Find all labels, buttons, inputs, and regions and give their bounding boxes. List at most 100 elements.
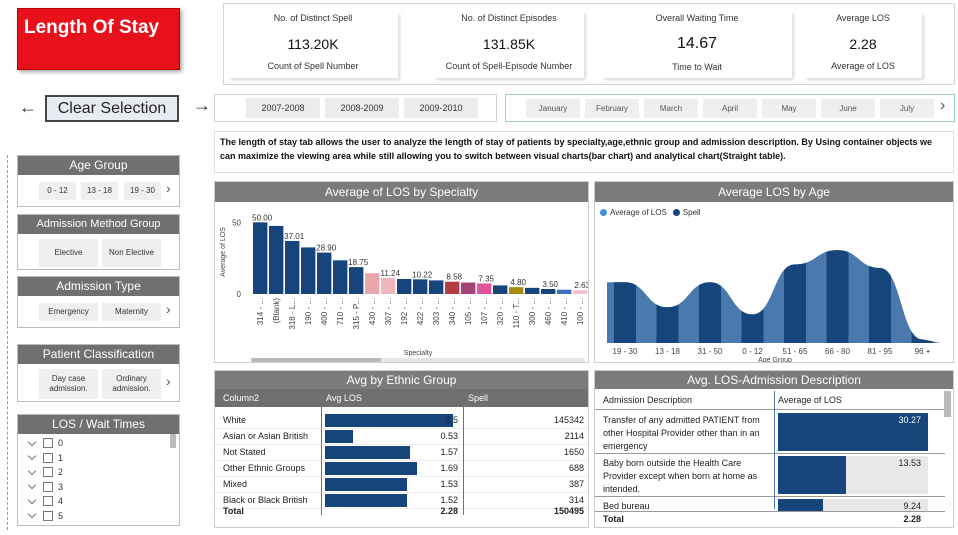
panel-title: Avg. LOS-Admission Description (595, 371, 953, 389)
checkbox-item[interactable]: 2 (26, 465, 166, 480)
slicer-option[interactable]: Ordinary admission. (102, 369, 161, 399)
clear-selection-button[interactable]: Clear Selection (45, 95, 179, 122)
slicer-option[interactable]: Day case admission. (39, 369, 98, 399)
bar[interactable] (493, 285, 508, 294)
bar[interactable] (477, 283, 492, 294)
bar[interactable] (525, 287, 540, 294)
month-option[interactable]: January (526, 99, 580, 118)
month-option[interactable]: March (644, 99, 698, 118)
column-header[interactable]: Admission Description (603, 395, 692, 405)
column-header[interactable]: Spell (468, 393, 488, 403)
table-row[interactable]: Baby born outside the Health Care Provid… (595, 454, 945, 497)
bar[interactable] (333, 260, 348, 294)
bar[interactable] (349, 267, 364, 294)
year-option[interactable]: 2007-2008 (246, 98, 320, 118)
table-row[interactable]: Bed bureau 9.24 (595, 497, 945, 511)
scrollbar-thumb[interactable] (170, 434, 176, 448)
bar[interactable] (301, 247, 316, 294)
bar[interactable] (445, 281, 460, 294)
checkbox[interactable] (43, 510, 53, 521)
checkbox-item[interactable]: 0 (26, 436, 166, 451)
admission-method-slicer: Admission Method Group Elective Non Elec… (17, 214, 180, 270)
month-option[interactable]: May (762, 99, 816, 118)
slicer-option[interactable]: Emergency (39, 303, 98, 321)
expand-chevron-icon[interactable] (27, 510, 37, 519)
spell-band[interactable] (911, 202, 934, 343)
expand-chevron-icon[interactable] (27, 466, 37, 475)
spell-band[interactable] (869, 202, 891, 343)
spell-band[interactable] (826, 202, 849, 343)
month-option[interactable]: April (703, 99, 757, 118)
month-option[interactable]: July (880, 99, 934, 118)
checkbox[interactable] (43, 467, 53, 478)
table-row[interactable]: Mixed 1.53 387 (215, 477, 588, 493)
x-tick-label: 13 - 18 (655, 347, 680, 356)
bar[interactable] (381, 277, 396, 294)
table-row[interactable]: White 2.5 145342 (215, 413, 588, 429)
slicer-option[interactable]: Non Elective (102, 239, 161, 267)
checkbox[interactable] (43, 438, 53, 449)
spell-band[interactable] (614, 202, 636, 343)
spell-band[interactable] (784, 202, 806, 343)
table-row[interactable]: Asian or Asian British 0.53 2114 (215, 429, 588, 445)
bar[interactable] (557, 289, 572, 294)
x-axis-label: Specialty (404, 350, 433, 357)
slicer-option[interactable]: 19 - 30 (124, 182, 161, 200)
column-header[interactable]: Column2 (223, 393, 259, 403)
bar[interactable] (253, 222, 268, 294)
chevron-right-icon[interactable]: › (166, 180, 171, 196)
bar[interactable] (317, 252, 332, 294)
spell-band[interactable] (656, 202, 679, 343)
slicer-option[interactable]: Elective (39, 239, 98, 267)
column-header[interactable]: Avg LOS (326, 393, 362, 403)
spell-band[interactable] (741, 202, 764, 343)
month-next-chevron-icon[interactable]: › (940, 97, 945, 115)
table-row[interactable]: Not Stated 1.57 1650 (215, 445, 588, 461)
year-option[interactable]: 2009-2010 (404, 98, 478, 118)
slicer-option[interactable]: 0 - 12 (39, 182, 76, 200)
chevron-right-icon[interactable]: › (166, 373, 171, 389)
column-divider (463, 407, 464, 515)
checkbox[interactable] (43, 496, 53, 507)
kpi-title: No. of Distinct Episodes (461, 13, 557, 23)
bar[interactable] (509, 287, 524, 294)
scrollbar-thumb[interactable] (944, 391, 951, 417)
chart-scrollbar-thumb[interactable] (251, 358, 381, 362)
bar[interactable] (397, 278, 412, 294)
forward-arrow-icon[interactable]: → (193, 96, 211, 116)
bar[interactable] (413, 279, 428, 294)
checkbox-item[interactable]: 3 (26, 480, 166, 495)
bar[interactable] (429, 280, 444, 294)
bar[interactable] (461, 282, 476, 294)
bar[interactable] (285, 240, 300, 294)
expand-chevron-icon[interactable] (27, 437, 37, 446)
table-row[interactable]: Other Ethnic Groups 1.69 688 (215, 461, 588, 477)
expand-chevron-icon[interactable] (27, 452, 37, 461)
table-row[interactable]: Transfer of any admitted PATIENT from ot… (595, 411, 945, 454)
slicer-option[interactable]: Maternity (102, 303, 161, 321)
month-option[interactable]: February (585, 99, 639, 118)
x-tick-label: 320 - ... (496, 298, 505, 325)
expand-chevron-icon[interactable] (27, 481, 37, 490)
checkbox-label: 1 (58, 452, 64, 463)
bar[interactable] (573, 290, 588, 294)
checkbox[interactable] (43, 452, 53, 463)
checkbox-item[interactable]: 5 (26, 509, 166, 524)
year-option[interactable]: 2008-2009 (325, 98, 399, 118)
column-header[interactable]: Average of LOS (778, 395, 842, 405)
expand-chevron-icon[interactable] (27, 495, 37, 504)
back-arrow-icon[interactable]: ← (19, 98, 37, 118)
checkbox-item[interactable]: 4 (26, 494, 166, 509)
slicer-option[interactable]: 13 - 18 (81, 182, 118, 200)
checkbox[interactable] (43, 481, 53, 492)
table-header: Admission Description Average of LOS (595, 391, 945, 410)
spell-band[interactable] (699, 202, 721, 343)
bar[interactable] (541, 288, 556, 294)
month-option[interactable]: June (821, 99, 875, 118)
bar[interactable] (365, 273, 380, 294)
x-tick-label: 107 - ... (480, 298, 489, 325)
bar[interactable] (269, 225, 284, 294)
checkbox-item[interactable]: 1 (26, 451, 166, 466)
chevron-right-icon[interactable]: › (166, 301, 171, 317)
x-tick-label: 318 - L... (288, 298, 297, 330)
